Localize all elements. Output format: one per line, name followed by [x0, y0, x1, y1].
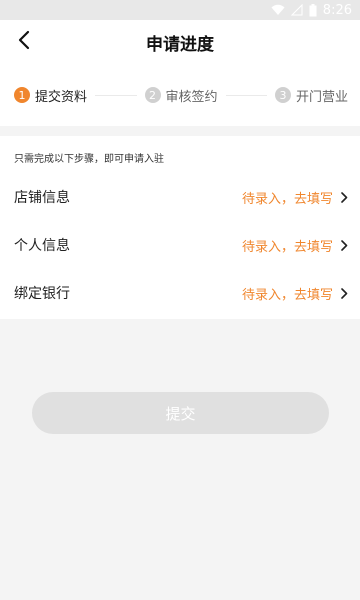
step-review-sign: 2 审核签约	[144, 86, 218, 105]
step-number: 2	[144, 87, 161, 103]
row-action: 待录入，去填写	[242, 236, 348, 255]
row-store-info[interactable]: 店铺信息 待录入，去填写	[0, 173, 360, 221]
step-number: 1	[14, 87, 30, 103]
step-label: 开门营业	[296, 89, 349, 105]
status-bar: 8:26	[0, 0, 360, 20]
chevron-right-icon	[341, 284, 348, 303]
progress-steps: 1 提交资料 2 审核签约 3 开门营业	[0, 64, 360, 126]
signal-icon	[290, 4, 303, 16]
chevron-right-icon	[341, 236, 348, 255]
row-action: 待录入，去填写	[242, 284, 348, 303]
wifi-icon	[271, 4, 285, 16]
row-action: 待录入，去填写	[242, 188, 348, 207]
row-bind-bank[interactable]: 绑定银行 待录入，去填写	[0, 269, 360, 317]
step-label: 提交资料	[35, 89, 88, 105]
row-label: 绑定银行	[14, 286, 70, 302]
navigation-bar: 申请进度	[0, 20, 360, 64]
back-button[interactable]	[10, 28, 38, 56]
card-padding	[0, 317, 360, 319]
step-number: 3	[275, 87, 291, 103]
row-label: 店铺信息	[14, 190, 70, 206]
battery-icon	[309, 3, 317, 17]
submit-area: 提交	[32, 392, 329, 434]
step-submit-materials: 1 提交资料	[14, 86, 87, 105]
step-label: 审核签约	[165, 89, 218, 105]
status-time: 8:26	[322, 2, 352, 18]
row-label: 个人信息	[14, 238, 70, 254]
row-status: 待录入，去填写	[241, 191, 333, 207]
step-open-business: 3 开门营业	[275, 86, 348, 105]
row-status: 待录入，去填写	[241, 239, 333, 255]
application-form-card: 只需完成以下步骤，即可申请入驻 店铺信息 待录入，去填写 个人信息 待录入，去填…	[0, 136, 360, 319]
page-title: 申请进度	[146, 34, 214, 55]
step-connector	[95, 94, 137, 96]
chevron-left-icon	[17, 30, 31, 54]
step-connector	[225, 94, 267, 96]
submit-button[interactable]: 提交	[32, 392, 329, 434]
row-status: 待录入，去填写	[241, 287, 333, 303]
chevron-right-icon	[341, 188, 348, 207]
instruction-text: 只需完成以下步骤，即可申请入驻	[14, 154, 164, 165]
row-personal-info[interactable]: 个人信息 待录入，去填写	[0, 221, 360, 269]
